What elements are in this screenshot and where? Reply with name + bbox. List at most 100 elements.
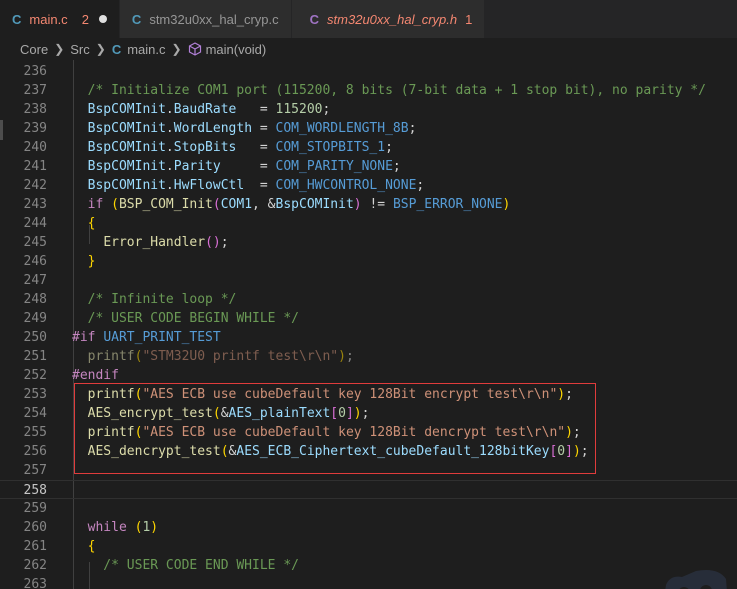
function-cube-icon xyxy=(188,42,202,56)
code-line[interactable]: 244 { xyxy=(0,214,737,233)
code-line[interactable]: 262 /* USER CODE END WHILE */ xyxy=(0,556,737,575)
c-file-icon: C xyxy=(111,41,122,57)
code-token: . xyxy=(165,121,174,136)
line-number: 241 xyxy=(23,159,47,174)
line-number: 247 xyxy=(23,273,47,288)
line-number: 253 xyxy=(23,387,47,402)
tab-main-c[interactable]: C main.c 2 xyxy=(0,0,120,38)
code-token: = xyxy=(236,102,276,117)
code-line[interactable]: 261 { xyxy=(0,537,737,556)
tab-stm32u0xx-hal-cryp-h[interactable]: C stm32u0xx_hal_cryp.h 1 xyxy=(291,0,486,38)
code-line[interactable]: 243 if (BSP_COM_Init(COM1, &BspCOMInit) … xyxy=(0,195,737,214)
code-token: UART_PRINT_TEST xyxy=(103,330,221,345)
code-text: BspCOMInit.StopBits = COM_STOPBITS_1; xyxy=(72,138,393,157)
code-token: = xyxy=(236,140,276,155)
code-line[interactable]: 258 xyxy=(0,480,737,499)
code-token: /* USER CODE BEGIN WHILE */ xyxy=(72,311,299,326)
code-line[interactable]: 259 xyxy=(0,499,737,518)
c-header-file-icon: C xyxy=(309,11,320,27)
code-token: COM_HWCONTROL_NONE xyxy=(275,178,417,193)
code-token: = xyxy=(252,121,276,136)
code-token: HwFlowCtl xyxy=(173,178,245,193)
code-token: } xyxy=(87,254,96,269)
line-number: 236 xyxy=(23,64,47,79)
code-token: /* Infinite loop */ xyxy=(72,292,237,307)
code-line[interactable]: 236 xyxy=(0,62,737,81)
code-text: /* Initialize COM1 port (115200, 8 bits … xyxy=(72,81,706,100)
code-line[interactable]: 241 BspCOMInit.Parity = COM_PARITY_NONE; xyxy=(0,157,737,176)
code-line[interactable]: 247 xyxy=(0,271,737,290)
code-text: BspCOMInit.WordLength = COM_WORDLENGTH_8… xyxy=(72,119,417,138)
code-token: ; xyxy=(220,235,229,250)
code-token: = xyxy=(244,178,276,193)
code-token: ( xyxy=(212,197,221,212)
line-number: 259 xyxy=(23,501,47,516)
code-text: /* USER CODE END WHILE */ xyxy=(72,556,299,575)
chevron-right-icon: ❯ xyxy=(171,42,182,56)
line-number: 263 xyxy=(23,577,47,589)
code-line[interactable]: 240 BspCOMInit.StopBits = COM_STOPBITS_1… xyxy=(0,138,737,157)
code-token: . xyxy=(165,102,174,117)
code-token: StopBits xyxy=(173,140,237,155)
code-token: . xyxy=(165,140,174,155)
code-token: BSP_COM_Init xyxy=(118,197,213,212)
code-line[interactable]: 263 xyxy=(0,575,737,589)
code-token: . xyxy=(165,178,174,193)
code-token: ; xyxy=(392,159,401,174)
line-number: 254 xyxy=(23,406,47,421)
highlight-annotation-box xyxy=(74,383,596,474)
code-token: 115200 xyxy=(275,102,323,117)
line-number: 244 xyxy=(23,216,47,231)
breadcrumb-item-function[interactable]: main(void) xyxy=(206,42,267,57)
breadcrumb: Core ❯ Src ❯ C main.c ❯ main(void) xyxy=(0,38,737,60)
breadcrumb-item-src[interactable]: Src xyxy=(70,42,90,57)
code-token: ; xyxy=(385,140,393,155)
unsaved-dot-icon[interactable] xyxy=(98,15,107,23)
code-token: while xyxy=(72,520,127,535)
code-token: ; xyxy=(345,349,354,364)
code-token: ( xyxy=(205,235,213,250)
code-line[interactable]: 242 BspCOMInit.HwFlowCtl = COM_HWCONTROL… xyxy=(0,176,737,195)
code-line[interactable]: 250 #if UART_PRINT_TEST xyxy=(0,328,737,347)
code-line[interactable]: 251 printf("STM32U0 printf test\r\n"); xyxy=(0,347,737,366)
code-token: ) xyxy=(150,520,159,535)
code-token: ; xyxy=(416,178,425,193)
problem-count-badge: 1 xyxy=(465,11,473,27)
code-token: BspCOMInit xyxy=(72,178,166,193)
code-line[interactable]: 248 /* Infinite loop */ xyxy=(0,290,737,309)
code-line[interactable]: 260 while (1) xyxy=(0,518,737,537)
code-token: /* Initialize COM1 port (115200, 8 bits … xyxy=(72,83,706,98)
code-token: BspCOMInit xyxy=(72,140,166,155)
code-text: BspCOMInit.HwFlowCtl = COM_HWCONTROL_NON… xyxy=(72,176,425,195)
code-text: { xyxy=(72,537,96,556)
tab-stm32u0xx-hal-cryp-c[interactable]: C stm32u0xx_hal_cryp.c xyxy=(119,0,292,38)
code-token: Error_Handler xyxy=(103,235,206,250)
code-text: if (BSP_COM_Init(COM1, &BspCOMInit) != B… xyxy=(72,195,511,214)
breadcrumb-item-core[interactable]: Core xyxy=(20,42,48,57)
line-number: 246 xyxy=(23,254,47,269)
line-number: 255 xyxy=(23,425,47,440)
code-token: { xyxy=(87,216,96,231)
tab-label: stm32u0xx_hal_cryp.h xyxy=(327,11,458,27)
code-line[interactable]: 238 BspCOMInit.BaudRate = 115200; xyxy=(0,100,737,119)
line-number: 249 xyxy=(23,311,47,326)
code-line[interactable]: 246 } xyxy=(0,252,737,271)
code-line[interactable]: 237 /* Initialize COM1 port (115200, 8 b… xyxy=(0,81,737,100)
code-token: BspCOMInit xyxy=(72,159,166,174)
code-token: COM_PARITY_NONE xyxy=(275,159,393,174)
code-token: BSP_ERROR_NONE xyxy=(392,197,503,212)
code-token: ) xyxy=(212,235,221,250)
breadcrumb-item-file[interactable]: main.c xyxy=(127,42,165,57)
code-line[interactable]: 245 Error_Handler(); xyxy=(0,233,737,252)
code-editor[interactable]: 236 237 /* Initialize COM1 port (115200, … xyxy=(0,60,737,589)
code-line[interactable]: 239 BspCOMInit.WordLength = COM_WORDLENG… xyxy=(0,119,737,138)
chevron-right-icon: ❯ xyxy=(95,42,106,56)
code-token: != xyxy=(361,197,393,212)
code-line[interactable]: 249 /* USER CODE BEGIN WHILE */ xyxy=(0,309,737,328)
code-text: BspCOMInit.Parity = COM_PARITY_NONE; xyxy=(72,157,401,176)
